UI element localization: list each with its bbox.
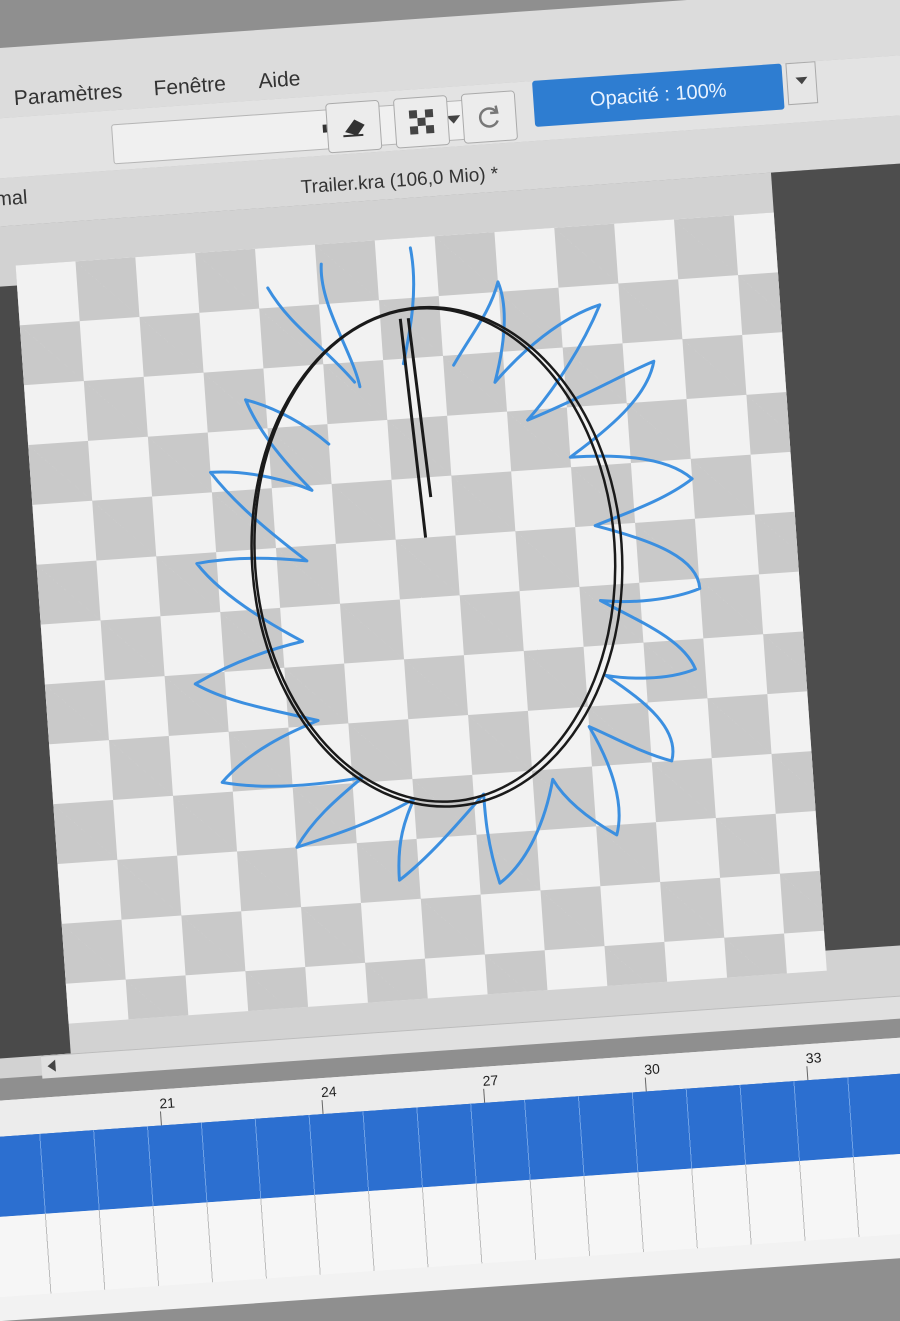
frame-tick (159, 1111, 162, 1126)
eraser-icon (343, 119, 365, 138)
frame-tick-label: 21 (158, 1094, 176, 1112)
frame-tick (806, 1066, 809, 1081)
checker-icon (408, 109, 435, 135)
frame-tick-label: 24 (320, 1083, 338, 1101)
menu-window[interactable]: Fenêtre (153, 72, 227, 101)
black-oval-strokes (250, 305, 624, 808)
sketch-layer (193, 246, 702, 885)
frame-tick-label: 30 (643, 1060, 661, 1078)
preserve-alpha-button[interactable] (392, 94, 451, 149)
krita-window: utils Paramètres Fenêtre Aide (0, 0, 900, 1321)
reload-preset-button[interactable] (460, 90, 519, 144)
frame-tick (644, 1077, 647, 1092)
frame-tick (483, 1088, 486, 1103)
menu-help[interactable]: Aide (258, 67, 302, 94)
menu-settings[interactable]: Paramètres (13, 80, 123, 112)
opacity-dropdown-button[interactable] (785, 61, 819, 106)
animation-timeline: 21 24 27 30 33 (0, 1031, 900, 1321)
frame-tick (321, 1100, 324, 1115)
scroll-left-icon[interactable] (47, 1059, 56, 1073)
frame-tick-label: 27 (482, 1071, 499, 1089)
canvas-workspace (0, 162, 900, 1080)
blend-mode-select[interactable]: Normal (0, 187, 28, 214)
reload-icon (478, 105, 499, 128)
eraser-button[interactable] (325, 99, 383, 154)
drawing-canvas[interactable] (15, 212, 827, 1024)
frame-tick-label: 33 (805, 1049, 822, 1067)
